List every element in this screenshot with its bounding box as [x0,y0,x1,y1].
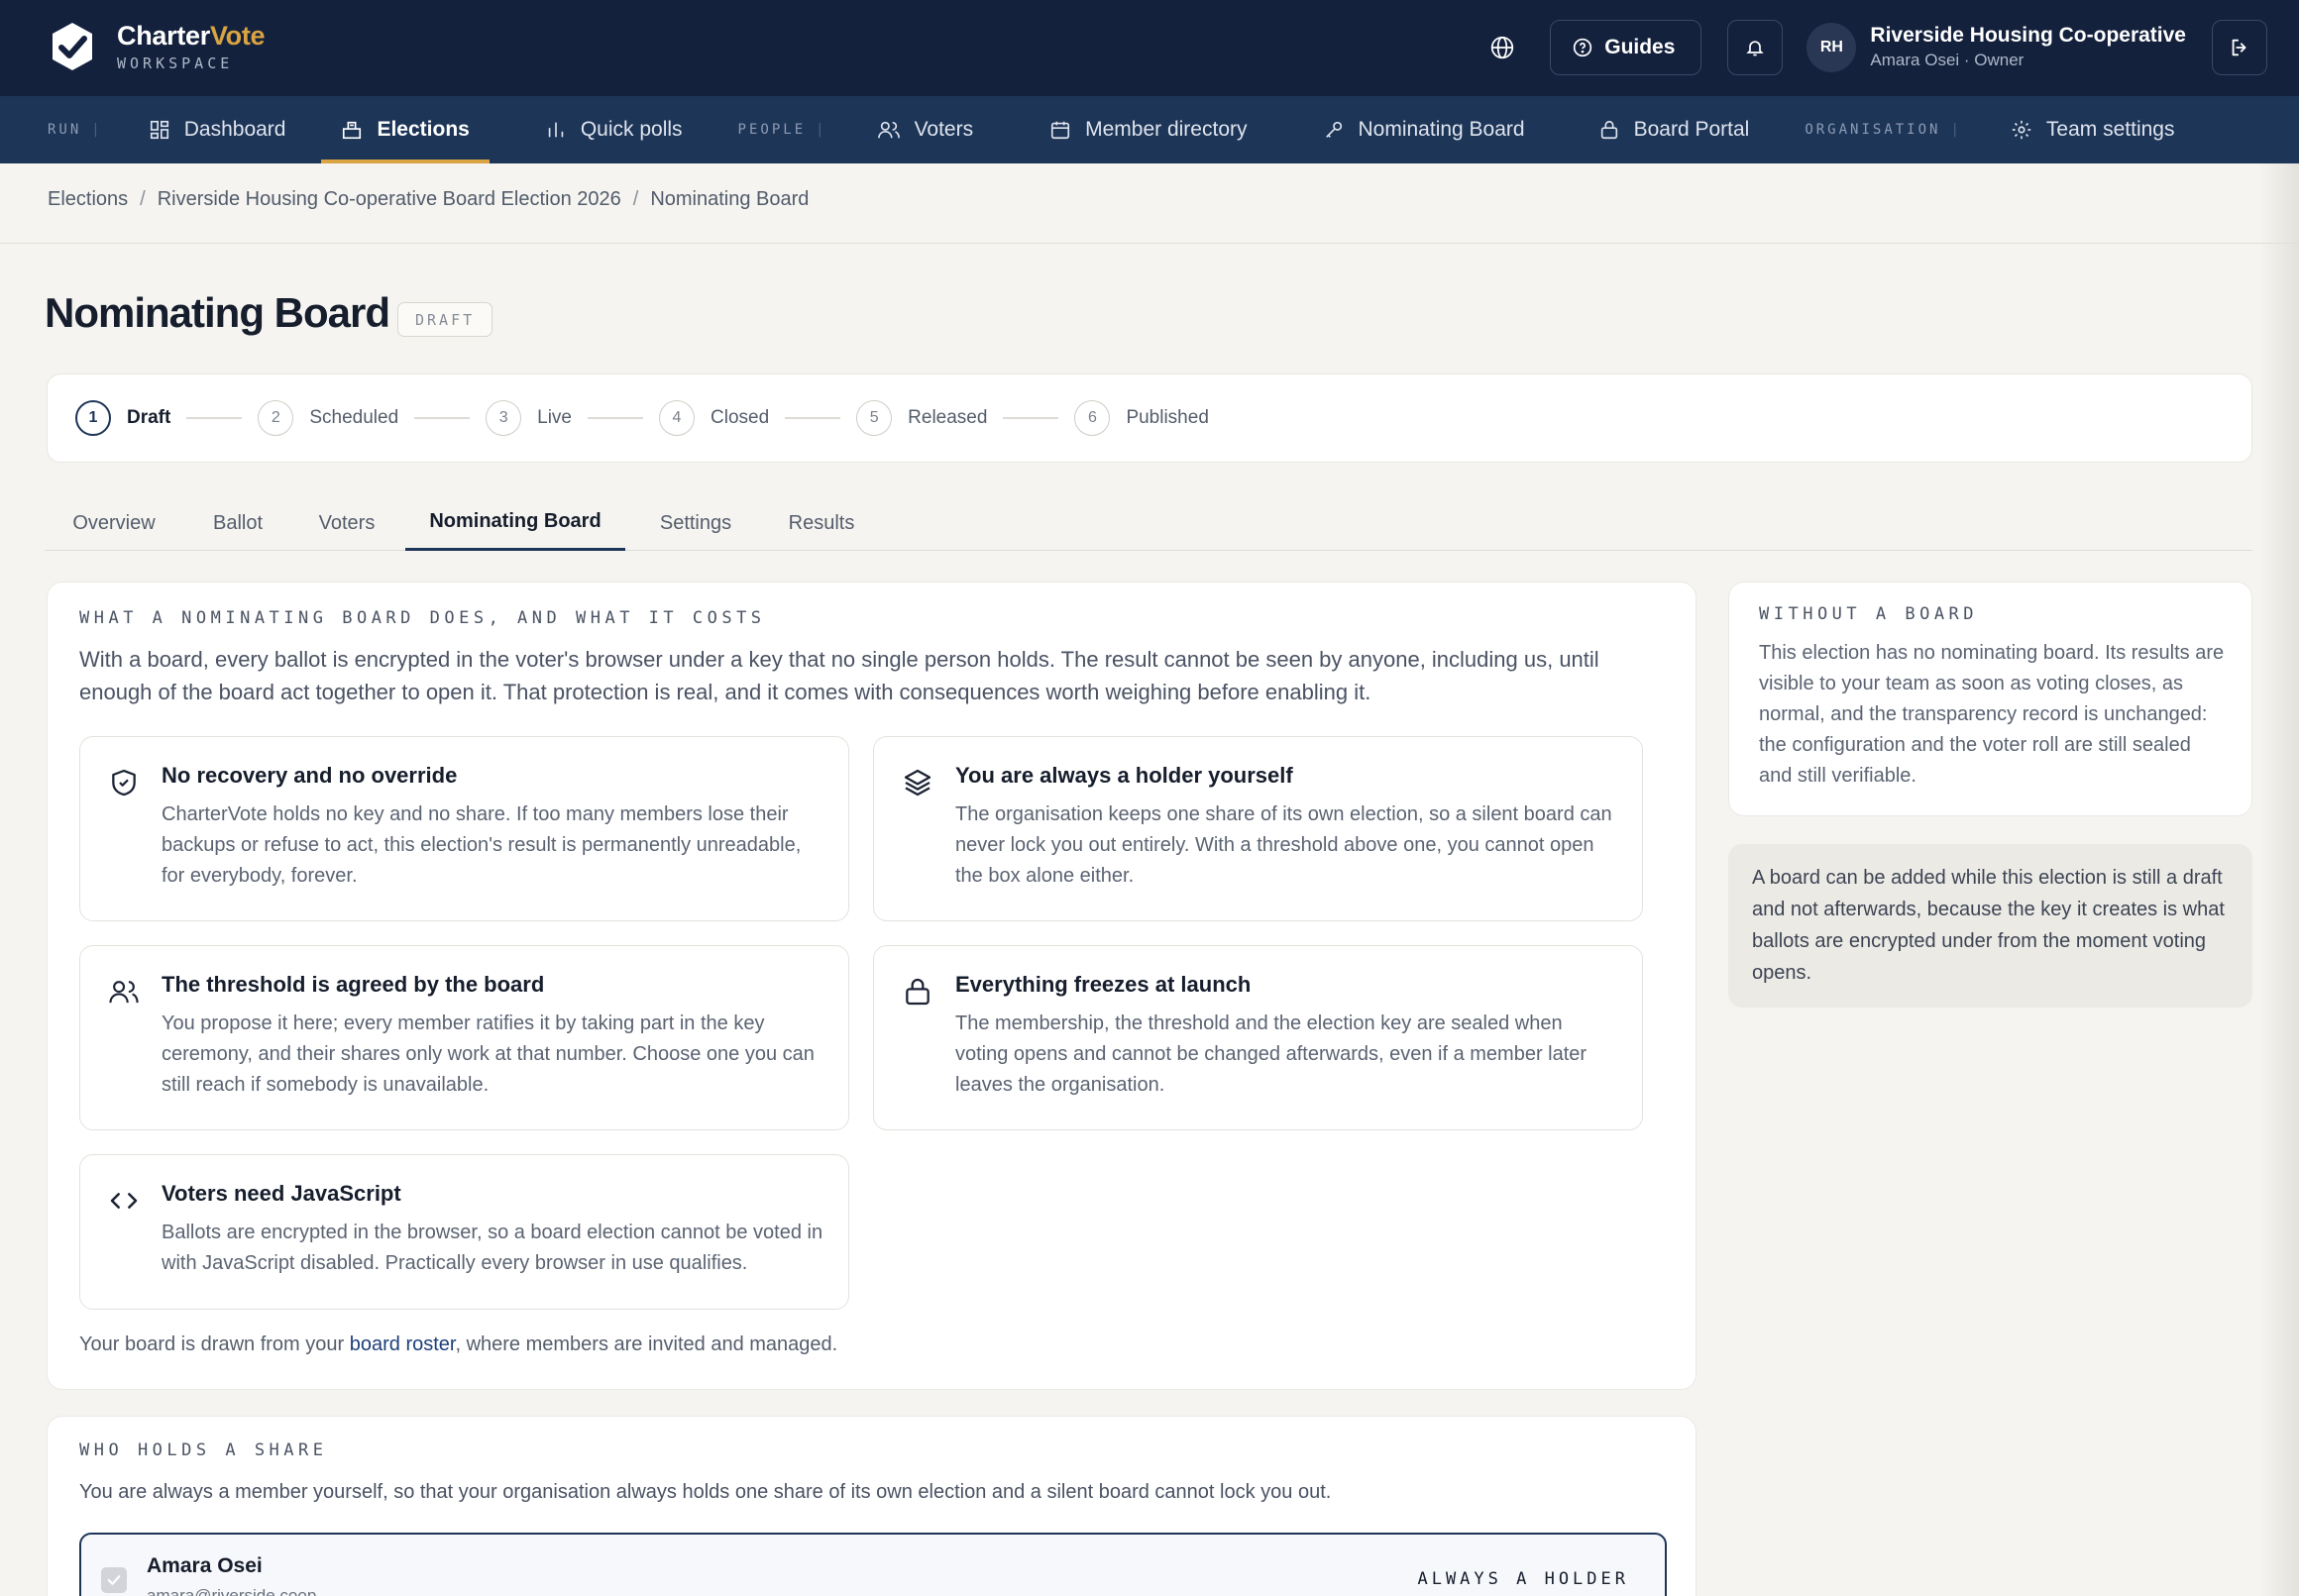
holder-email: amara@riverside.coop [147,1586,317,1596]
shield-icon [112,769,136,797]
share-heading: WHO HOLDS A SHARE [79,1440,328,1460]
side-heading: WITHOUT A BOARD [1759,604,1979,624]
logout-icon [2232,39,2246,56]
step-connector [588,417,643,419]
breadcrumb-current: Nominating Board [650,188,810,210]
ballot-box-icon [343,121,362,140]
nav-item-member-directory[interactable]: Member directory [1049,96,1248,163]
feature-javascript: Voters need JavaScript Ballots are encry… [79,1154,849,1310]
avatar[interactable]: RH [1806,23,1857,72]
breadcrumb: Elections / Riverside Housing Co-operati… [48,188,809,211]
user-role: Amara Osei · Owner [1870,51,2025,69]
help-circle-icon [1574,38,1592,57]
lock-icon [1600,120,1617,140]
roster-footnote: Your board is drawn from your board rost… [79,1333,838,1355]
charter-logo-icon [53,23,92,70]
org-switcher[interactable]: Riverside Housing Co-operative Amara Ose… [1870,23,2186,72]
check-icon [107,1575,121,1585]
tab-ballot[interactable]: Ballot [188,495,287,551]
step-scheduled: 2 Scheduled [258,400,398,436]
brand-name: CharterVote [117,21,266,51]
step-connector [1003,417,1059,419]
tab-voters[interactable]: Voters [292,495,401,551]
section-heading: WHAT A NOMINATING BOARD DOES, AND WHAT I… [79,608,766,628]
step-released: 5 Released [856,400,987,436]
feature-freezes: Everything freezes at launch The members… [873,945,1643,1130]
step-closed: 4 Closed [659,400,769,436]
breadcrumb-elections[interactable]: Elections [48,188,128,211]
bar-chart-icon [548,122,564,138]
holder-row: Amara Osei amara@riverside.coop ALWAYS A… [79,1533,1667,1596]
without-board-card: WITHOUT A BOARD This election has no nom… [1728,582,2252,816]
brand-logo[interactable]: CharterVote WORKSPACE [48,20,266,73]
guides-button[interactable]: Guides [1550,20,1702,75]
top-bar: CharterVote WORKSPACE Guides RH Riversid… [0,0,2299,96]
election-tabs: Overview Ballot Voters Nominating Board … [45,495,2252,551]
dashboard-icon [150,120,168,140]
breadcrumb-election[interactable]: Riverside Housing Co-operative Board Ele… [158,188,621,211]
code-icon [110,1193,138,1209]
gear-icon [2012,120,2031,140]
nav-section-organisation: ORGANISATION | [1805,122,1959,138]
guides-label: Guides [1604,36,1676,58]
step-draft: 1 Draft [75,400,170,436]
step-connector [414,417,471,419]
step-connector [186,417,243,419]
brand-subtitle: WORKSPACE [117,54,234,72]
page-title: Nominating Board [45,289,390,336]
nav-section-run: RUN | [48,122,100,138]
tab-overview[interactable]: Overview [45,495,183,551]
step-connector [785,417,841,419]
side-body: This election has no nominating board. I… [1759,642,2225,787]
notifications-button[interactable] [1727,20,1784,75]
status-badge: DRAFT [397,302,493,337]
tab-results[interactable]: Results [762,495,881,551]
logout-button[interactable] [2212,20,2267,75]
tab-nominating-board[interactable]: Nominating Board [405,495,625,551]
main-nav: RUN | Dashboard Elections Quick polls PEO… [0,96,2299,163]
breadcrumb-separator: / [632,188,639,210]
users-icon [877,121,900,139]
divider [0,243,2299,244]
nav-item-board-portal[interactable]: Board Portal [1598,96,1749,163]
nav-item-nominating-board[interactable]: Nominating Board [1323,96,1525,163]
feature-always-holder: You are always a holder yourself The org… [873,736,1643,921]
tab-settings[interactable]: Settings [636,495,755,551]
org-name: Riverside Housing Co-operative [1870,24,2186,47]
nav-item-team-settings[interactable]: Team settings [2011,96,2174,163]
election-stepper: 1 Draft 2 Scheduled 3 Live 4 Closed 5 Release… [47,373,2252,463]
intro-text: With a board, every ballot is encrypted … [79,647,1599,704]
key-icon [1325,121,1342,138]
board-roster-link[interactable]: board roster [350,1333,456,1355]
breadcrumb-separator: / [140,188,146,210]
draft-only-note: A board can be added while this election… [1728,844,2252,1008]
nav-item-voters[interactable]: Voters [877,96,973,163]
calendar-icon [1051,121,1070,140]
step-published: 6 Published [1074,400,1209,436]
lock-icon [906,978,930,1006]
users-icon [109,981,139,1004]
nav-item-dashboard[interactable]: Dashboard [149,96,285,163]
nav-section-people: PEOPLE | [737,122,824,138]
step-live: 3 Live [486,400,572,436]
nav-item-elections[interactable]: Elections [321,96,491,163]
language-button[interactable] [1475,20,1530,75]
share-description: You are always a member yourself, so tha… [79,1481,1332,1503]
nav-item-quick-polls[interactable]: Quick polls [545,96,683,163]
feature-no-recovery: No recovery and no override CharterVote … [79,736,849,921]
board-explainer-card: WHAT A NOMINATING BOARD DOES, AND WHAT I… [47,582,1697,1390]
globe-icon [1491,36,1514,59]
holder-name: Amara Osei [147,1554,263,1577]
share-holders-card: WHO HOLDS A SHARE You are always a membe… [47,1416,1697,1596]
holder-tag: ALWAYS A HOLDER [1417,1569,1629,1589]
holder-checkbox [101,1567,127,1593]
feature-threshold: The threshold is agreed by the board You… [79,945,849,1130]
bell-icon [1746,41,1765,56]
layers-icon [904,769,931,797]
scroll-shadow [2259,163,2299,1596]
